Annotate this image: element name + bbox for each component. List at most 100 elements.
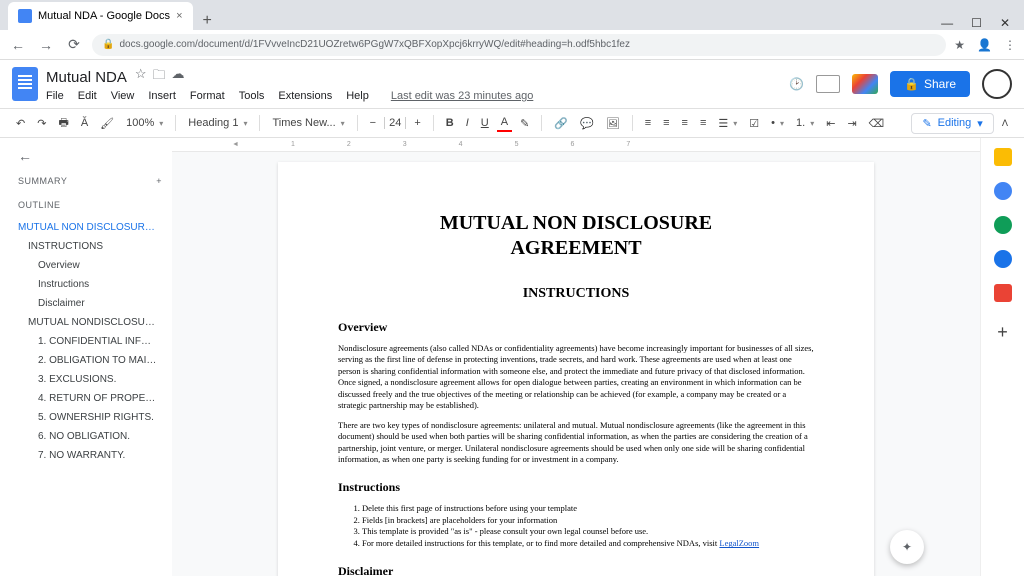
maximize-icon[interactable]: ☐ (971, 16, 982, 30)
align-right-icon[interactable]: ≡ (678, 115, 692, 131)
outline-item[interactable]: MUTUAL NONDISCLOSURE AG... (18, 313, 158, 332)
maps-icon[interactable] (994, 284, 1012, 302)
menu-view[interactable]: View (111, 90, 135, 102)
outline-back-icon[interactable]: ← (18, 148, 172, 164)
forward-icon[interactable]: → (36, 37, 56, 53)
paint-format-icon[interactable]: 🖌 (96, 115, 118, 132)
comment-history-icon[interactable]: 🕑 (789, 77, 804, 91)
print-icon[interactable]: 🖶 (54, 112, 72, 135)
doc-paragraph: Nondisclosure agreements (also called ND… (338, 343, 814, 412)
outline-item[interactable]: Instructions (18, 275, 158, 294)
window-controls: — ☐ ✕ (927, 16, 1024, 30)
zoom-dropdown[interactable]: 100% (122, 115, 167, 131)
keep-icon[interactable] (994, 182, 1012, 200)
font-size-increase[interactable]: + (410, 115, 424, 131)
legalzoom-link[interactable]: LegalZoom (719, 538, 759, 548)
meet-icon[interactable] (852, 74, 878, 94)
menu-extensions[interactable]: Extensions (278, 90, 332, 102)
outline-item[interactable]: 2. OBLIGATION TO MAINTAI... (18, 351, 158, 370)
browser-tab[interactable]: Mutual NDA - Google Docs × (8, 2, 193, 30)
editing-mode-dropdown[interactable]: ✎ Editing ▾ (911, 113, 993, 134)
bold-button[interactable]: B (442, 115, 458, 131)
outline-item[interactable]: 1. CONFIDENTIAL INFORMA... (18, 332, 158, 351)
outline-heading: OUTLINE (18, 200, 172, 210)
summary-heading: SUMMARY (18, 176, 67, 186)
outline-item[interactable]: 4. RETURN OF PROPERTY. (18, 389, 158, 408)
align-left-icon[interactable]: ≡ (641, 115, 655, 131)
last-edit-link[interactable]: Last edit was 23 minutes ago (391, 90, 533, 102)
profile-icon[interactable]: 👤 (977, 38, 992, 52)
outline-item[interactable]: 7. NO WARRANTY. (18, 446, 158, 465)
extensions-icon[interactable]: ★ (954, 38, 965, 52)
side-panel: + (980, 138, 1024, 576)
clear-formatting-icon[interactable]: ⌫ (865, 115, 889, 132)
explore-button[interactable]: ✦ (890, 530, 924, 564)
url-input[interactable]: 🔒 docs.google.com/document/d/1FVvveIncD2… (92, 34, 946, 56)
horizontal-ruler[interactable]: ◄1234567 (172, 138, 980, 152)
decrease-indent-icon[interactable]: ⇤ (822, 115, 839, 132)
document-page[interactable]: MUTUAL NON DISCLOSURE AGREEMENT INSTRUCT… (278, 162, 874, 576)
share-button[interactable]: 🔒 Share (890, 71, 970, 97)
font-family-dropdown[interactable]: Times New... (268, 115, 348, 131)
tasks-icon[interactable] (994, 216, 1012, 234)
chrome-menu-icon[interactable]: ⋮ (1004, 38, 1016, 52)
reload-icon[interactable]: ⟳ (64, 36, 84, 53)
menu-help[interactable]: Help (346, 90, 369, 102)
paragraph-style-dropdown[interactable]: Heading 1 (184, 115, 251, 131)
italic-button[interactable]: I (462, 115, 473, 131)
text-color-button[interactable]: A (497, 114, 512, 132)
font-size-decrease[interactable]: − (366, 115, 380, 131)
back-icon[interactable]: ← (8, 37, 28, 53)
doc-ordered-list: Delete this first page of instructions b… (338, 503, 814, 551)
docs-logo-icon[interactable] (12, 67, 38, 101)
pencil-icon: ✎ (922, 117, 931, 130)
align-justify-icon[interactable]: ≡ (696, 115, 710, 131)
outline-item[interactable]: 5. OWNERSHIP RIGHTS. (18, 408, 158, 427)
doc-heading-overview: Overview (338, 320, 814, 335)
highlight-button[interactable]: ✎ (516, 115, 533, 132)
menu-edit[interactable]: Edit (78, 90, 97, 102)
spellcheck-icon[interactable]: Ă (77, 115, 92, 131)
cloud-status-icon[interactable]: ☁ (172, 66, 185, 88)
add-comment-icon[interactable]: 💬 (576, 115, 598, 132)
move-icon[interactable]: 🗀 (153, 66, 166, 88)
close-tab-icon[interactable]: × (176, 10, 182, 22)
hide-menus-icon[interactable]: ᐱ (998, 116, 1012, 131)
close-window-icon[interactable]: ✕ (1000, 16, 1010, 30)
outline-item[interactable]: 6. NO OBLIGATION. (18, 427, 158, 446)
outline-item[interactable]: 3. EXCLUSIONS. (18, 370, 158, 389)
insert-image-icon[interactable]: 🖼 (602, 115, 624, 132)
menu-bar: File Edit View Insert Format Tools Exten… (46, 90, 781, 102)
underline-button[interactable]: U (477, 115, 493, 131)
bulleted-list-icon[interactable]: • (767, 115, 788, 131)
account-avatar[interactable] (982, 69, 1012, 99)
outline-item[interactable]: INSTRUCTIONS (18, 237, 158, 256)
line-spacing-icon[interactable]: ☰ (714, 115, 741, 132)
menu-insert[interactable]: Insert (148, 90, 176, 102)
increase-indent-icon[interactable]: ⇥ (843, 115, 860, 132)
undo-icon[interactable]: ↶ (12, 115, 29, 132)
new-tab-button[interactable]: + (193, 12, 222, 30)
numbered-list-icon[interactable]: 1. (792, 115, 818, 131)
menu-format[interactable]: Format (190, 90, 225, 102)
minimize-icon[interactable]: — (941, 16, 953, 30)
document-title[interactable]: Mutual NDA (46, 69, 127, 86)
calendar-icon[interactable] (994, 148, 1012, 166)
add-summary-icon[interactable]: + (156, 176, 162, 186)
insert-link-icon[interactable]: 🔗 (550, 115, 572, 132)
address-bar-row: ← → ⟳ 🔒 docs.google.com/document/d/1FVvv… (0, 30, 1024, 60)
menu-tools[interactable]: Tools (239, 90, 265, 102)
redo-icon[interactable]: ↷ (33, 115, 50, 132)
outline-item[interactable]: Overview (18, 256, 158, 275)
docs-header: Mutual NDA ☆ 🗀 ☁ File Edit View Insert F… (0, 60, 1024, 108)
align-center-icon[interactable]: ≡ (659, 115, 673, 131)
outline-item[interactable]: Disclaimer (18, 294, 158, 313)
font-size-input[interactable]: 24 (384, 117, 406, 129)
contacts-icon[interactable] (994, 250, 1012, 268)
outline-item[interactable]: MUTUAL NON DISCLOSURE AG... (18, 218, 158, 237)
checklist-icon[interactable]: ☑ (745, 115, 763, 132)
add-on-plus-icon[interactable]: + (997, 322, 1008, 343)
star-icon[interactable]: ☆ (135, 66, 147, 88)
menu-file[interactable]: File (46, 90, 64, 102)
present-icon[interactable] (816, 75, 840, 93)
